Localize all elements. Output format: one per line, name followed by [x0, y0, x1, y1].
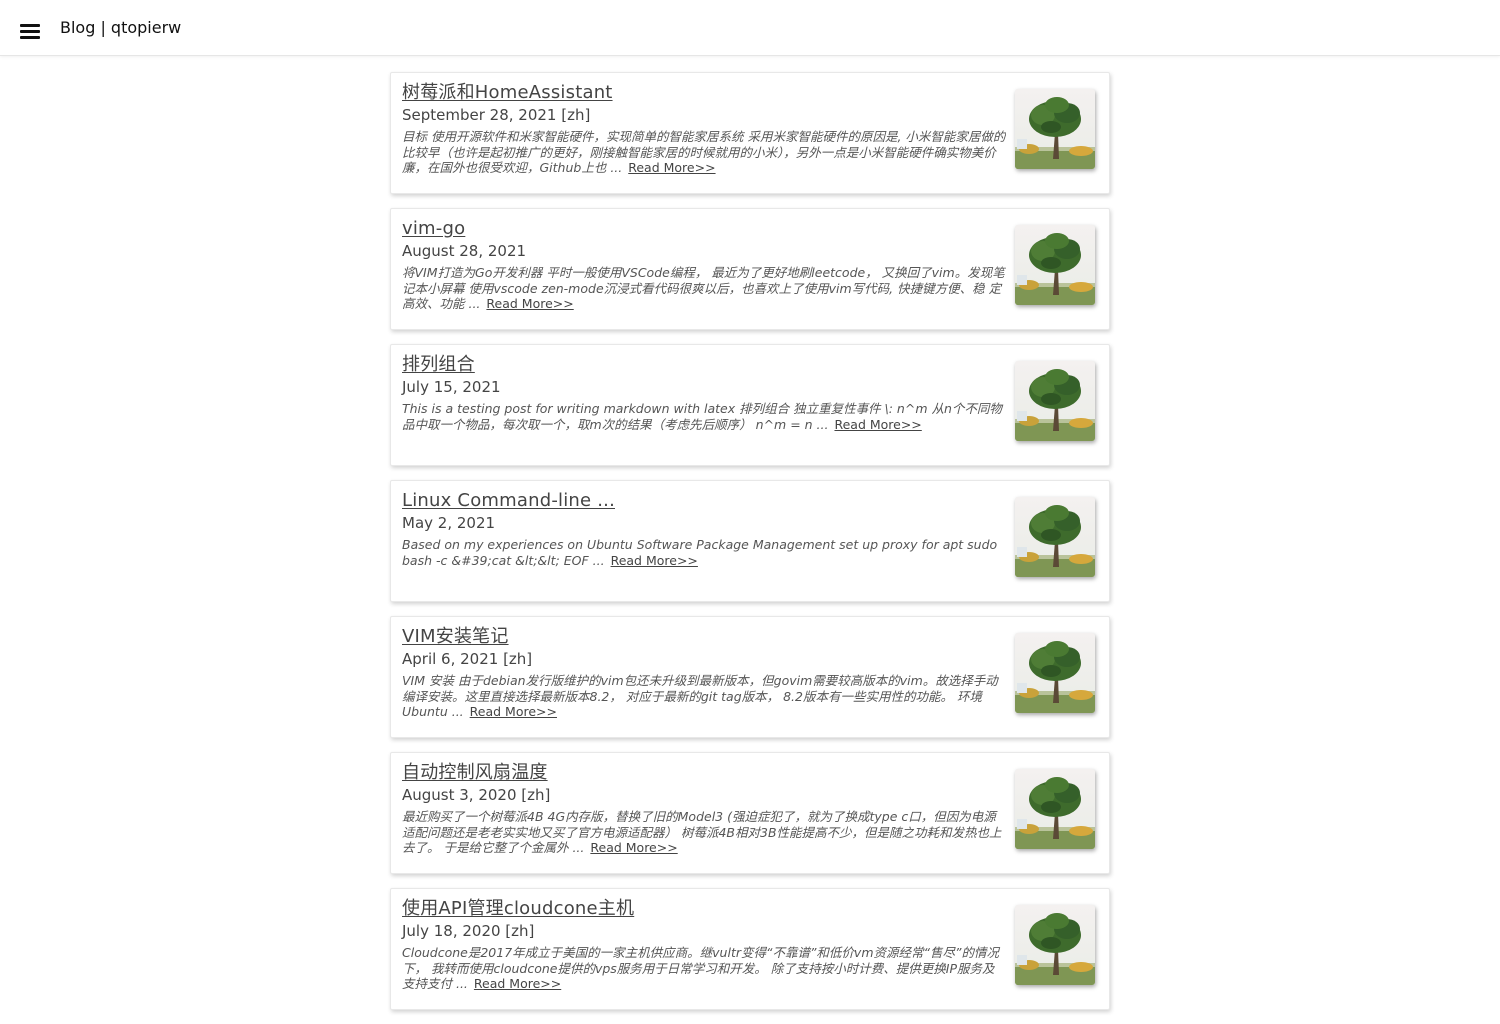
read-more-link[interactable]: Read More>>: [628, 160, 715, 175]
post-excerpt: Based on my experiences on Ubuntu Softwa…: [402, 537, 1006, 568]
post-card-body: 自动控制风扇温度 August 3, 2020 [zh] 最近购买了一个树莓派4…: [402, 762, 1006, 856]
read-more-link[interactable]: Read More>>: [834, 417, 921, 432]
post-card-body: VIM安装笔记 April 6, 2021 [zh] VIM 安装 由于debi…: [402, 626, 1006, 720]
post-list: 树莓派和HomeAssistant September 28, 2021 [zh…: [390, 72, 1110, 1024]
post-title-link[interactable]: VIM安装笔记: [402, 626, 1006, 648]
read-more-link[interactable]: Read More>>: [470, 704, 557, 719]
post-date: April 6, 2021 [zh]: [402, 650, 533, 668]
hamburger-menu-icon[interactable]: [20, 24, 40, 40]
read-more-link[interactable]: Read More>>: [590, 840, 677, 855]
tree-thumbnail-image: [1015, 633, 1095, 713]
post-excerpt: 将VIM打造为Go开发利器 平时一般使用VSCode编程， 最近为了更好地刷le…: [402, 265, 1006, 312]
post-card: 树莓派和HomeAssistant September 28, 2021 [zh…: [390, 72, 1110, 194]
post-excerpt: 目标 使用开源软件和米家智能硬件，实现简单的智能家居系统 采用米家智能硬件的原因…: [402, 129, 1006, 176]
tree-thumbnail-image: [1015, 497, 1095, 577]
post-thumbnail-image[interactable]: [1015, 497, 1095, 577]
post-title-link[interactable]: vim-go: [402, 218, 1006, 240]
tree-thumbnail-image: [1015, 361, 1095, 441]
read-more-link[interactable]: Read More>>: [486, 296, 573, 311]
post-card-body: Linux Command-line ... May 2, 2021 Based…: [402, 490, 1006, 568]
post-card: Linux Command-line ... May 2, 2021 Based…: [390, 480, 1110, 602]
post-title-link[interactable]: 使用API管理cloudcone主机: [402, 898, 1006, 920]
post-date: September 28, 2021 [zh]: [402, 106, 591, 124]
top-navbar: Blog | qtopierw: [0, 0, 1500, 56]
post-excerpt: VIM 安装 由于debian发行版维护的vim包还未升级到最新版本，但govi…: [402, 673, 1006, 720]
post-title-link[interactable]: 树莓派和HomeAssistant: [402, 82, 1006, 104]
post-thumbnail-image[interactable]: [1015, 769, 1095, 849]
site-title[interactable]: Blog | qtopierw: [60, 18, 181, 37]
post-excerpt-text: 最近购买了一个树莓派4B 4G内存版，替换了旧的Model3 (强迫症犯了，就为…: [402, 809, 1002, 855]
post-thumbnail-image[interactable]: [1015, 89, 1095, 169]
tree-thumbnail-image: [1015, 89, 1095, 169]
post-card-body: 排列组合 July 15, 2021 This is a testing pos…: [402, 354, 1006, 432]
post-thumbnail-image[interactable]: [1015, 633, 1095, 713]
post-card: 自动控制风扇温度 August 3, 2020 [zh] 最近购买了一个树莓派4…: [390, 752, 1110, 874]
post-date: July 18, 2020 [zh]: [402, 922, 535, 940]
post-card-body: vim-go August 28, 2021 将VIM打造为Go开发利器 平时一…: [402, 218, 1006, 312]
post-card: 使用API管理cloudcone主机 July 18, 2020 [zh] Cl…: [390, 888, 1110, 1010]
post-title-link[interactable]: Linux Command-line ...: [402, 490, 1006, 512]
post-excerpt: 最近购买了一个树莓派4B 4G内存版，替换了旧的Model3 (强迫症犯了，就为…: [402, 809, 1006, 856]
post-thumbnail-image[interactable]: [1015, 225, 1095, 305]
post-title-link[interactable]: 排列组合: [402, 354, 1006, 376]
post-excerpt: Cloudcone是2017年成立于美国的一家主机供应商。继vultr变得“不靠…: [402, 945, 1006, 992]
read-more-link[interactable]: Read More>>: [474, 976, 561, 991]
post-date: August 28, 2021: [402, 242, 527, 260]
post-date: July 15, 2021: [402, 378, 501, 396]
post-thumbnail-image[interactable]: [1015, 905, 1095, 985]
post-card: VIM安装笔记 April 6, 2021 [zh] VIM 安装 由于debi…: [390, 616, 1110, 738]
post-thumbnail-image[interactable]: [1015, 361, 1095, 441]
post-excerpt: This is a testing post for writing markd…: [402, 401, 1006, 432]
read-more-link[interactable]: Read More>>: [611, 553, 698, 568]
post-card-body: 使用API管理cloudcone主机 July 18, 2020 [zh] Cl…: [402, 898, 1006, 992]
post-card: vim-go August 28, 2021 将VIM打造为Go开发利器 平时一…: [390, 208, 1110, 330]
tree-thumbnail-image: [1015, 769, 1095, 849]
post-date: May 2, 2021: [402, 514, 496, 532]
post-date: August 3, 2020 [zh]: [402, 786, 551, 804]
post-excerpt-text: Based on my experiences on Ubuntu Softwa…: [402, 537, 998, 568]
tree-thumbnail-image: [1015, 225, 1095, 305]
tree-thumbnail-image: [1015, 905, 1095, 985]
post-card-body: 树莓派和HomeAssistant September 28, 2021 [zh…: [402, 82, 1006, 176]
post-card: 排列组合 July 15, 2021 This is a testing pos…: [390, 344, 1110, 466]
post-title-link[interactable]: 自动控制风扇温度: [402, 762, 1006, 784]
